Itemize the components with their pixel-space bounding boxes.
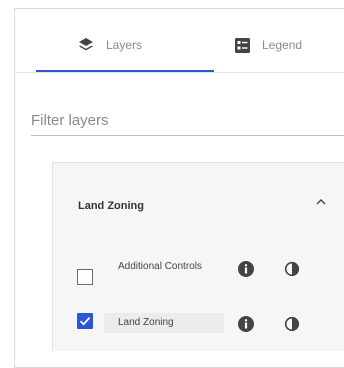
layers-icon xyxy=(78,37,94,53)
layer-group-title: Land Zoning xyxy=(78,200,144,212)
tab-layers-label: Layers xyxy=(106,38,143,52)
tab-layers[interactable]: Layers xyxy=(78,33,142,57)
layer-label-additional-controls: Additional Controls xyxy=(118,261,202,272)
tab-legend[interactable]: Legend xyxy=(235,33,302,57)
opacity-icon[interactable] xyxy=(284,316,300,332)
layer-label-land-zoning: Land Zoning xyxy=(118,317,174,328)
info-icon[interactable] xyxy=(238,261,254,277)
filter-layers-input[interactable] xyxy=(31,105,344,136)
layer-checkbox-additional-controls[interactable] xyxy=(77,269,93,285)
legend-icon xyxy=(235,37,250,53)
tab-legend-label: Legend xyxy=(262,38,303,52)
tabs-divider xyxy=(14,72,344,73)
opacity-icon[interactable] xyxy=(284,261,300,277)
layer-checkbox-land-zoning[interactable] xyxy=(77,313,93,329)
checkmark-icon xyxy=(79,316,91,326)
info-icon[interactable] xyxy=(238,316,254,332)
chevron-up-icon[interactable] xyxy=(314,195,328,207)
